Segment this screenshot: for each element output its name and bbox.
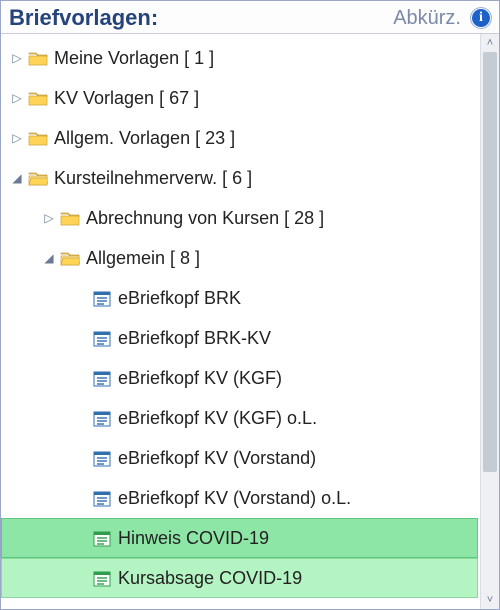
tree-item-label: Kursabsage COVID-19 — [118, 568, 302, 589]
panel-body: ▷ Meine Vorlagen [ 1 ] ▷ KV Vorlagen [ 67 ]… — [1, 34, 499, 609]
scroll-down-button[interactable]: ˅ — [481, 591, 499, 609]
panel-header: Briefvorlagen: Abkürz. i — [1, 1, 499, 34]
tree-item[interactable]: eBriefkopf KV (Vorstand) o.L. — [1, 478, 478, 518]
tree-item-label: Kursteilnehmerverw. [ 6 ] — [54, 168, 252, 189]
tree-folder[interactable]: ◢ Kursteilnehmerverw. [ 6 ] — [1, 158, 478, 198]
tree-item-label: KV Vorlagen [ 67 ] — [54, 88, 199, 109]
info-icon[interactable]: i — [471, 8, 491, 28]
tree-folder[interactable]: ▷ KV Vorlagen [ 67 ] — [1, 78, 478, 118]
folder-closed-icon — [60, 608, 86, 610]
template-green-icon — [92, 568, 118, 589]
scrollbar[interactable]: ˄ ˅ — [480, 34, 499, 609]
tree-folder[interactable]: ◢ Allgemein [ 8 ] — [1, 238, 478, 278]
expand-toggle[interactable]: ▷ — [10, 131, 24, 145]
tree-item-label: eBriefkopf KV (KGF) o.L. — [118, 408, 317, 429]
tree-item-label: Hinweis COVID-19 — [118, 528, 269, 549]
scroll-up-button[interactable]: ˄ — [481, 34, 499, 52]
template-tree[interactable]: ▷ Meine Vorlagen [ 1 ] ▷ KV Vorlagen [ 67 ]… — [1, 34, 480, 609]
tree-folder[interactable]: ▷Mail [ 16 ] — [1, 598, 478, 609]
folder-closed-icon — [60, 208, 86, 229]
collapse-toggle[interactable]: ◢ — [42, 251, 56, 265]
tree-item-label: Allgemein [ 8 ] — [86, 248, 200, 269]
tree-item-label: eBriefkopf KV (KGF) — [118, 368, 282, 389]
template-icon — [92, 328, 118, 349]
scroll-thumb[interactable] — [483, 52, 497, 472]
tree-item[interactable]: eBriefkopf BRK-KV — [1, 318, 478, 358]
expand-toggle[interactable]: ▷ — [10, 51, 24, 65]
tree-folder[interactable]: ▷ Meine Vorlagen [ 1 ] — [1, 38, 478, 78]
collapse-toggle[interactable]: ◢ — [10, 171, 24, 185]
template-icon — [92, 488, 118, 509]
tree-item-label: Mail [ 16 ] — [86, 608, 164, 610]
expand-toggle[interactable]: ▷ — [10, 91, 24, 105]
tree-item[interactable]: eBriefkopf BRK — [1, 278, 478, 318]
folder-closed-icon — [28, 128, 54, 149]
tree-item-label: Abrechnung von Kursen [ 28 ] — [86, 208, 324, 229]
tree-item-label: eBriefkopf KV (Vorstand) — [118, 448, 316, 469]
tree-item[interactable]: eBriefkopf KV (KGF) — [1, 358, 478, 398]
template-icon — [92, 288, 118, 309]
tree-item-label: eBriefkopf BRK — [118, 288, 241, 309]
template-green-icon — [92, 528, 118, 549]
tree-item[interactable]: Kursabsage COVID-19 — [1, 558, 478, 598]
tree-item[interactable]: Hinweis COVID-19 — [1, 518, 478, 558]
tree-item[interactable]: eBriefkopf KV (Vorstand) — [1, 438, 478, 478]
templates-panel: Briefvorlagen: Abkürz. i ▷ Meine Vorlagen… — [0, 0, 500, 610]
template-icon — [92, 368, 118, 389]
abbrev-link[interactable]: Abkürz. — [393, 7, 461, 30]
tree-folder[interactable]: ▷ Allgem. Vorlagen [ 23 ] — [1, 118, 478, 158]
tree-folder[interactable]: ▷ Abrechnung von Kursen [ 28 ] — [1, 198, 478, 238]
folder-open-icon — [60, 248, 86, 269]
folder-open-icon — [28, 168, 54, 189]
tree-item-label: Meine Vorlagen [ 1 ] — [54, 48, 214, 69]
tree-item[interactable]: eBriefkopf KV (KGF) o.L. — [1, 398, 478, 438]
scroll-track[interactable] — [481, 52, 499, 591]
tree-item-label: eBriefkopf KV (Vorstand) o.L. — [118, 488, 351, 509]
tree-item-label: eBriefkopf BRK-KV — [118, 328, 271, 349]
tree-item-label: Allgem. Vorlagen [ 23 ] — [54, 128, 235, 149]
folder-closed-icon — [28, 48, 54, 69]
expand-toggle[interactable]: ▷ — [42, 211, 56, 225]
template-icon — [92, 408, 118, 429]
template-icon — [92, 448, 118, 469]
panel-title: Briefvorlagen: — [9, 5, 158, 31]
folder-closed-icon — [28, 88, 54, 109]
